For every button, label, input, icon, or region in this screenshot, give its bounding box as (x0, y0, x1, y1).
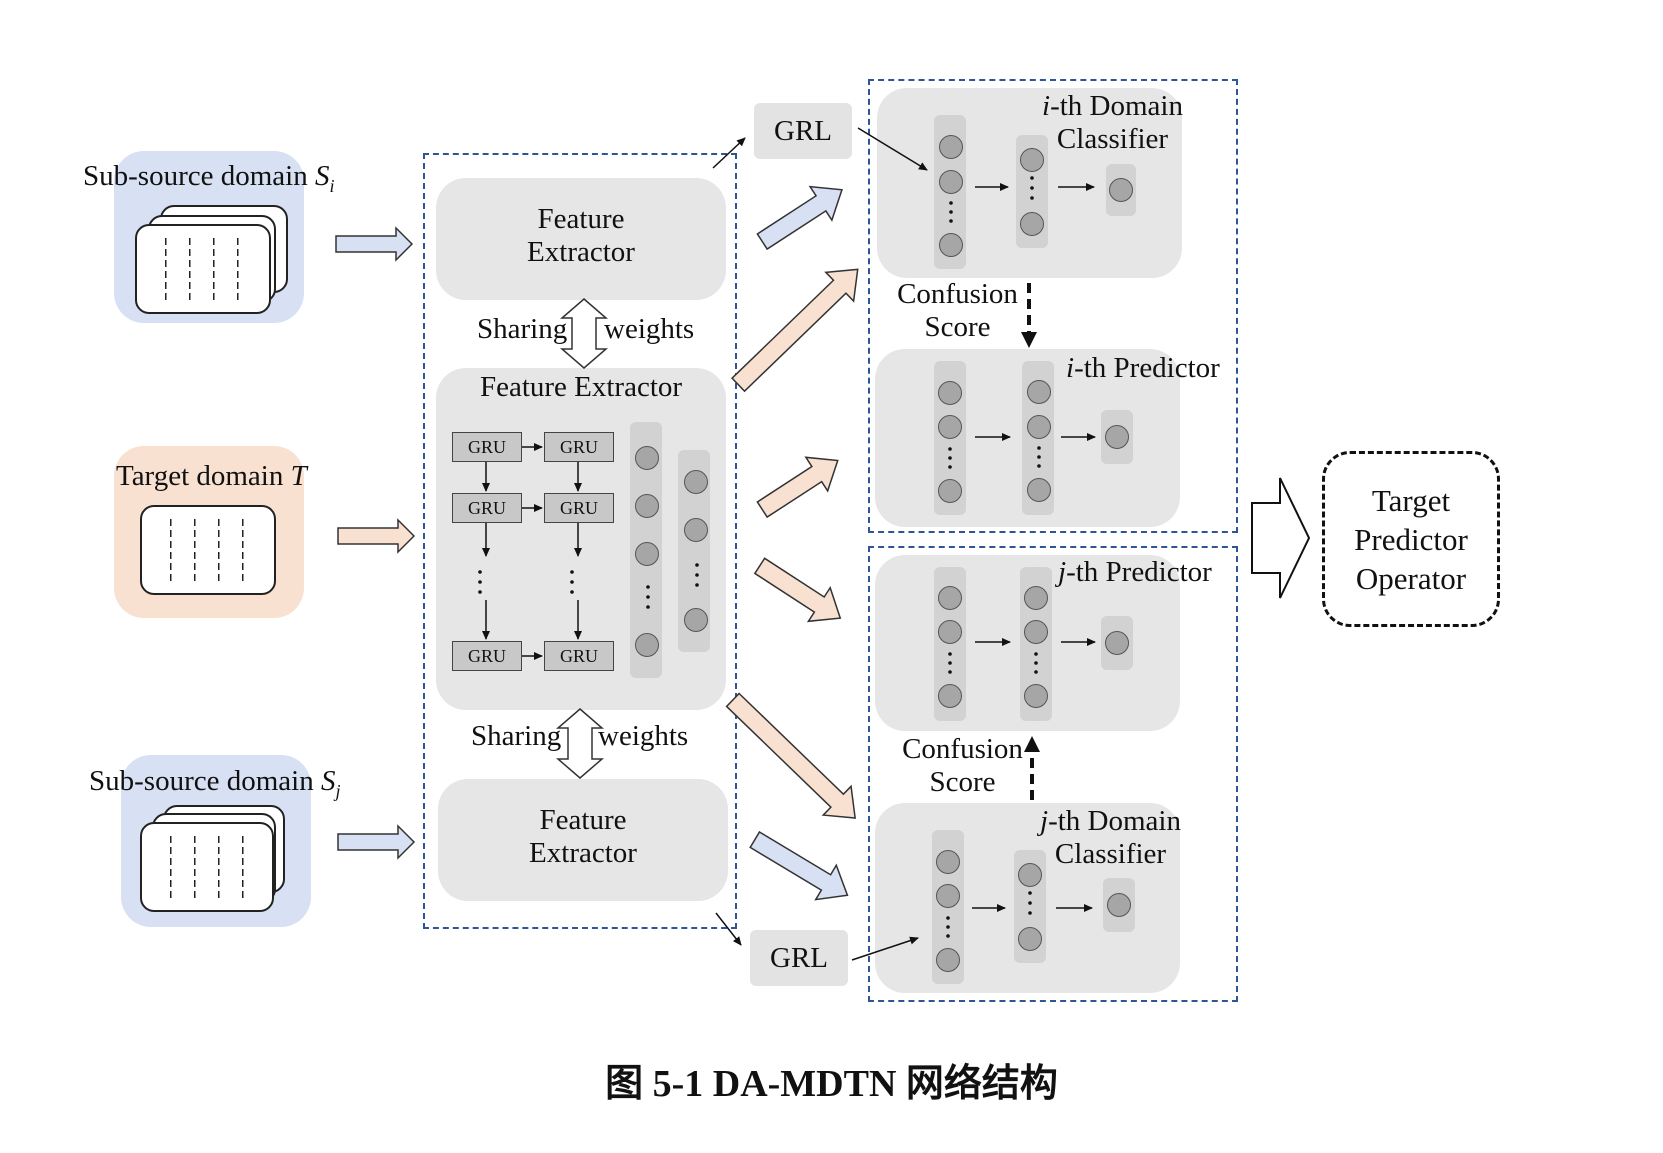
figure-caption: 图 5-1 DA-MDTN 网络结构 (605, 1063, 1058, 1105)
feature-flow-arrows (725, 185, 859, 901)
connector-arrows (335, 127, 1311, 961)
input-arrow-si (335, 226, 414, 262)
input-arrow-target (337, 518, 416, 554)
output-arrow (1251, 477, 1311, 599)
input-arrow-sj (337, 824, 416, 860)
sharing-weights-arrow-bottom (555, 708, 605, 779)
sharing-weights-arrow-top (559, 298, 609, 369)
